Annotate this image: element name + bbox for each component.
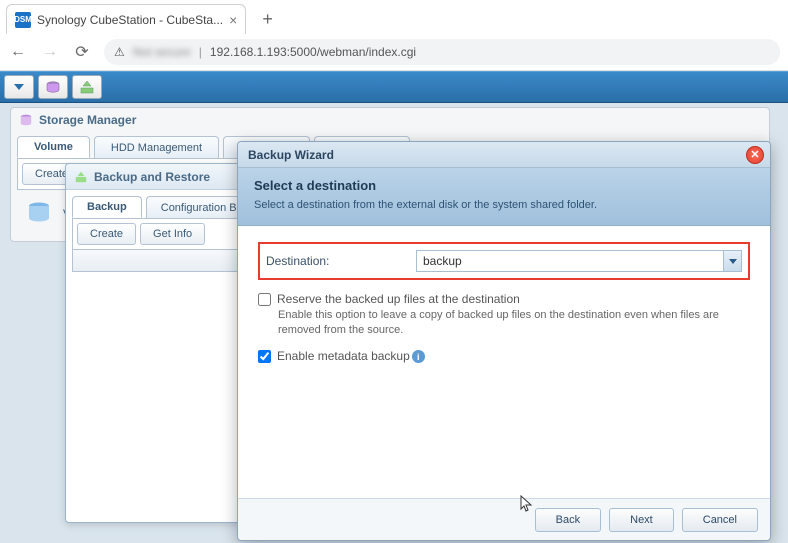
security-warning-icon: ⚠: [114, 45, 125, 59]
tab-title: Synology CubeStation - CubeSta...: [37, 13, 223, 27]
next-button[interactable]: Next: [609, 508, 674, 532]
wizard-subheading: Select a destination from the external d…: [254, 199, 754, 211]
volume-icon: [25, 198, 53, 229]
dialog-titlebar[interactable]: Backup Wizard ✕: [238, 142, 770, 168]
dialog-subheader: Select a destination Select a destinatio…: [238, 168, 770, 226]
destination-value: backup: [423, 254, 462, 268]
storage-icon: [19, 113, 33, 127]
security-status: Not secure: [133, 45, 191, 59]
nav-forward-icon: →: [40, 43, 60, 61]
metadata-label[interactable]: Enable metadata backupi: [277, 349, 425, 363]
url-text: 192.168.1.193:5000/webman/index.cgi: [210, 45, 416, 59]
metadata-checkbox[interactable]: [258, 350, 271, 363]
reserve-checkbox[interactable]: [258, 293, 271, 306]
tab-favicon: DSM: [15, 12, 31, 28]
browser-tab[interactable]: DSM Synology CubeStation - CubeSta... ×: [6, 4, 246, 34]
dsm-app-button-2[interactable]: [72, 75, 102, 99]
backup-restore-title: Backup and Restore: [94, 170, 210, 184]
window-titlebar[interactable]: Storage Manager: [11, 108, 769, 132]
destination-row-highlight: Destination: backup: [258, 242, 750, 280]
dsm-menu-button[interactable]: [4, 75, 34, 99]
dialog-title: Backup Wizard: [248, 148, 334, 162]
reserve-help-text: Enable this option to leave a copy of ba…: [278, 308, 750, 339]
dsm-toolbar: [0, 71, 788, 103]
destination-label: Destination:: [266, 254, 416, 268]
tab-backup[interactable]: Backup: [72, 196, 142, 218]
nav-reload-icon[interactable]: ⟳: [72, 42, 92, 62]
back-button[interactable]: Back: [535, 508, 601, 532]
tab-close-icon[interactable]: ×: [229, 12, 237, 28]
reserve-label[interactable]: Reserve the backed up files at the desti…: [277, 292, 520, 306]
br-create-button[interactable]: Create: [77, 223, 136, 245]
close-button[interactable]: ✕: [746, 146, 764, 164]
info-icon[interactable]: i: [412, 350, 425, 363]
dsm-app-button-1[interactable]: [38, 75, 68, 99]
chevron-down-icon[interactable]: [723, 251, 741, 271]
br-getinfo-button[interactable]: Get Info: [140, 223, 205, 245]
backup-icon: [74, 170, 88, 184]
new-tab-button[interactable]: +: [254, 5, 281, 34]
cancel-button[interactable]: Cancel: [682, 508, 758, 532]
wizard-heading: Select a destination: [254, 178, 754, 193]
storage-manager-title: Storage Manager: [39, 113, 136, 127]
tab-volume[interactable]: Volume: [17, 136, 90, 158]
backup-wizard-dialog: Backup Wizard ✕ Select a destination Sel…: [237, 141, 771, 541]
tab-hdd-management[interactable]: HDD Management: [94, 136, 219, 158]
destination-select[interactable]: backup: [416, 250, 742, 272]
tab-configuration-backup[interactable]: Configuration B: [146, 196, 252, 218]
nav-back-icon[interactable]: ←: [8, 43, 28, 61]
address-bar[interactable]: ⚠ Not secure | 192.168.1.193:5000/webman…: [104, 39, 780, 65]
